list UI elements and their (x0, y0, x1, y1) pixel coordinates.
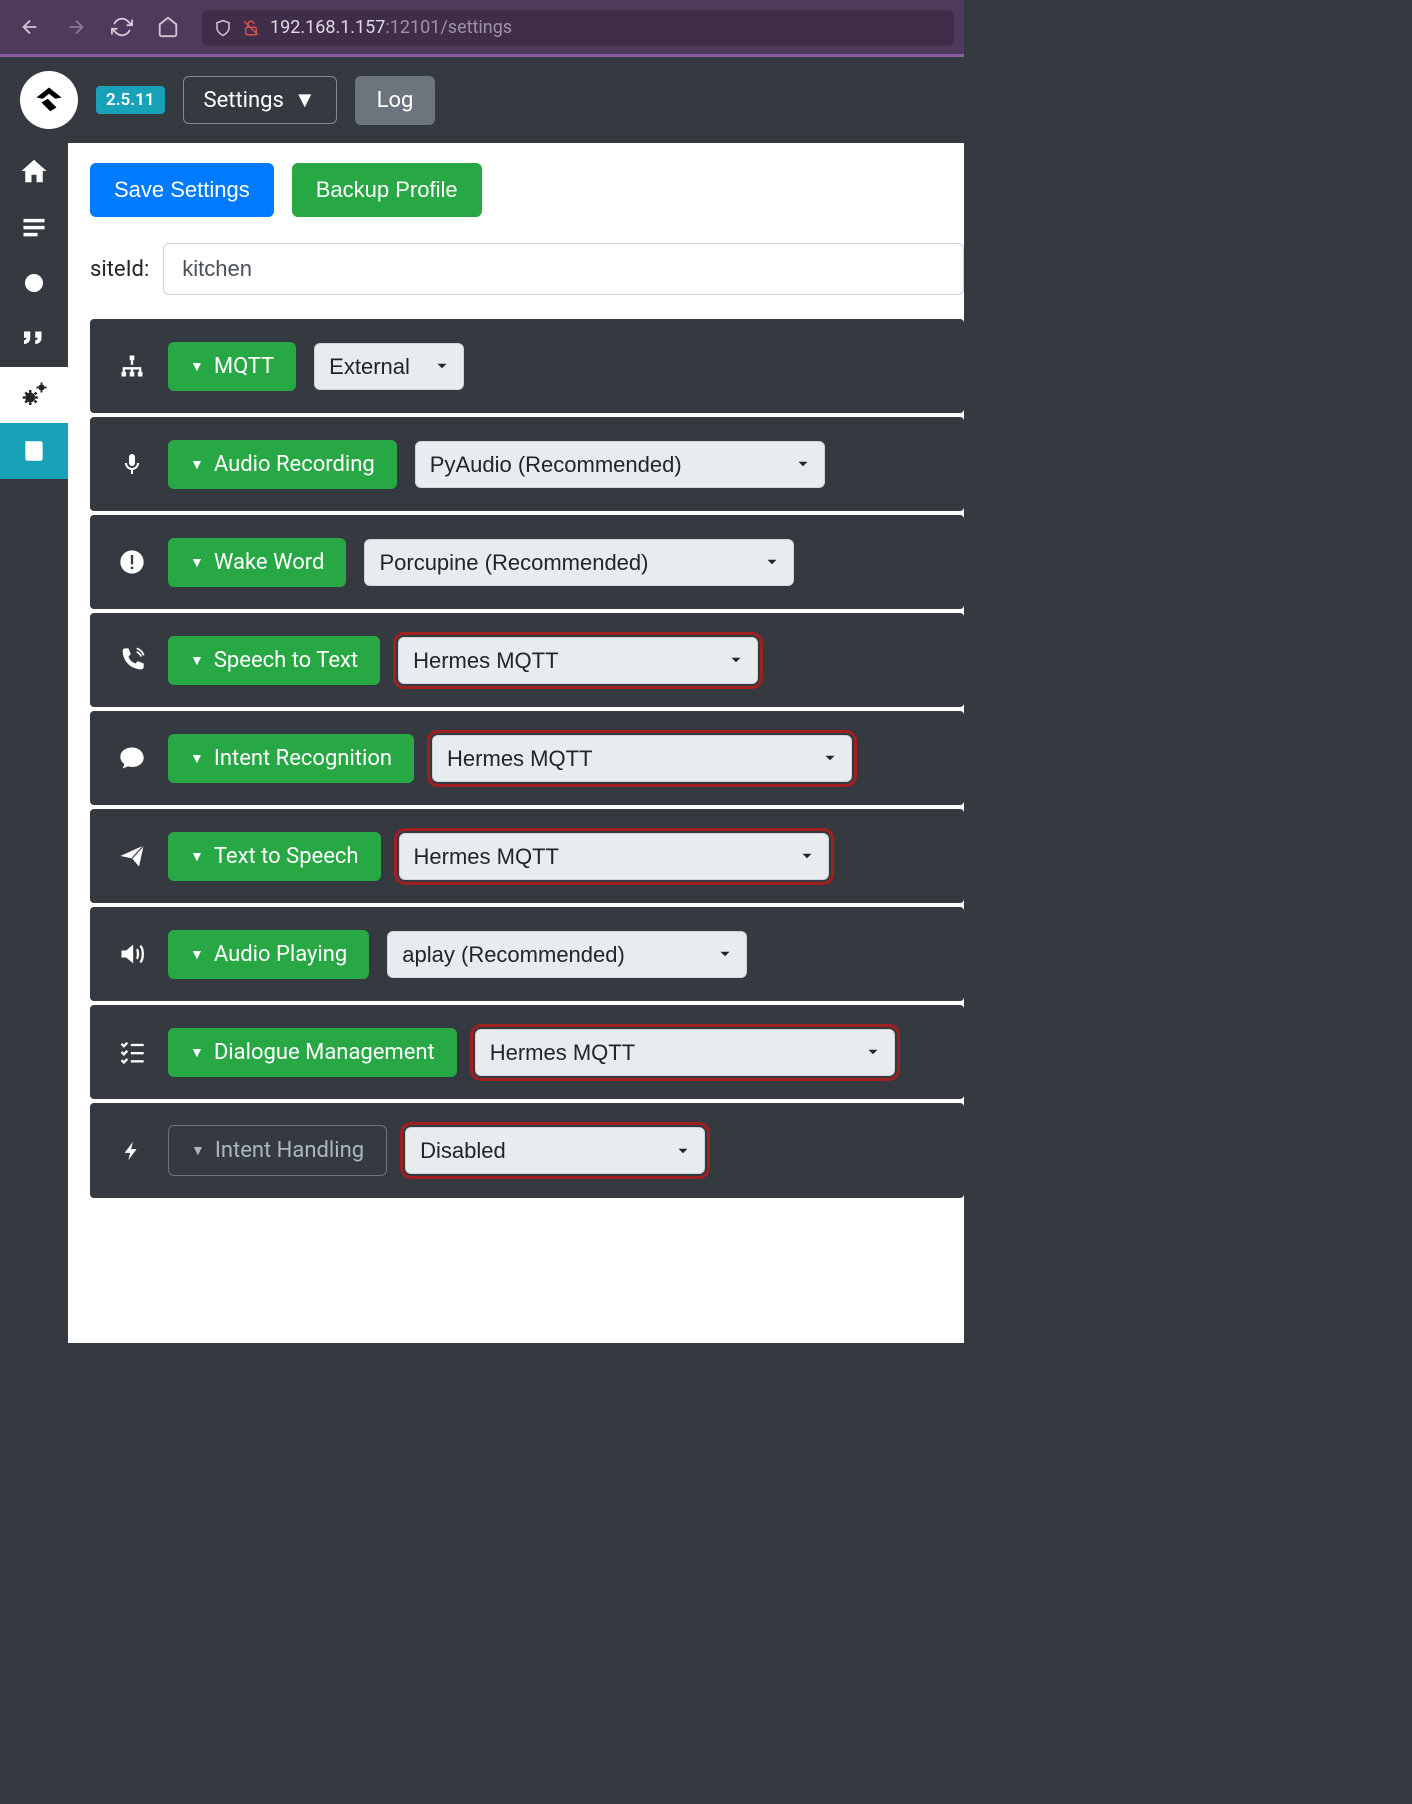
url-bar[interactable]: 192.168.1.157:12101/settings (202, 10, 954, 46)
caret-down-icon: ▼ (191, 1142, 205, 1159)
siteid-input[interactable] (163, 243, 964, 295)
quote-icon (19, 324, 49, 354)
back-button[interactable] (10, 7, 50, 47)
expand-audio_recording-button[interactable]: ▼ Audio Recording (168, 440, 397, 489)
expand-wake_word-button[interactable]: ▼ Wake Word (168, 538, 346, 587)
caret-down-icon: ▼ (190, 946, 204, 963)
audio_recording-select[interactable]: PyAudio (Recommended) (415, 441, 825, 488)
caret-down-icon: ▼ (190, 848, 204, 865)
settings-row-audio_recording: ▼ Audio Recording PyAudio (Recommended) (90, 417, 964, 511)
sidebar (0, 143, 68, 1343)
intent_recognition-select[interactable]: Hermes MQTT (432, 735, 852, 782)
settings-row-speech_to_text: ▼ Speech to Text Hermes MQTT (90, 613, 964, 707)
expand-intent_handling-button[interactable]: ▼ Intent Handling (168, 1125, 387, 1176)
expand-text_to_speech-button[interactable]: ▼ Text to Speech (168, 832, 381, 881)
expand-label: Intent Handling (215, 1138, 364, 1163)
browser-toolbar: 192.168.1.157:12101/settings (0, 0, 964, 54)
comment-icon (114, 744, 150, 772)
shield-icon (214, 19, 232, 37)
rhasspy-logo-icon (29, 80, 69, 120)
settings-dropdown[interactable]: Settings ▼ (183, 76, 337, 124)
alert-icon (114, 548, 150, 576)
settings-row-text_to_speech: ▼ Text to Speech Hermes MQTT (90, 809, 964, 903)
sidebar-item-home[interactable] (0, 143, 68, 199)
settings-dropdown-label: Settings (204, 88, 284, 113)
expand-speech_to_text-button[interactable]: ▼ Speech to Text (168, 636, 380, 685)
book-icon (21, 438, 47, 464)
dialogue_management-select[interactable]: Hermes MQTT (475, 1029, 895, 1076)
arrow-right-icon (65, 16, 87, 38)
forward-button[interactable] (56, 7, 96, 47)
version-badge: 2.5.11 (96, 86, 165, 114)
expand-label: Text to Speech (214, 844, 359, 869)
caret-down-icon: ▼ (190, 554, 204, 571)
home-icon (19, 156, 49, 186)
caret-down-icon: ▼ (190, 456, 204, 473)
caret-down-icon: ▼ (190, 652, 204, 669)
caret-down-icon: ▼ (190, 1044, 204, 1061)
content-area: Save Settings Backup Profile siteId: ▼ MQ… (68, 143, 964, 1343)
expand-mqtt-button[interactable]: ▼ MQTT (168, 342, 296, 391)
text_to_speech-select[interactable]: Hermes MQTT (399, 833, 829, 880)
settings-row-audio_playing: ▼ Audio Playing aplay (Recommended) (90, 907, 964, 1001)
tasks-icon (114, 1038, 150, 1066)
expand-intent_recognition-button[interactable]: ▼ Intent Recognition (168, 734, 414, 783)
log-button[interactable]: Log (355, 76, 436, 125)
reload-icon (111, 16, 133, 38)
reload-button[interactable] (102, 7, 142, 47)
sidebar-item-sentences[interactable] (0, 199, 68, 255)
save-settings-button[interactable]: Save Settings (90, 163, 274, 217)
speech_to_text-select[interactable]: Hermes MQTT (398, 637, 758, 684)
sidebar-item-record[interactable] (0, 255, 68, 311)
expand-label: Audio Playing (214, 942, 347, 967)
expand-label: Speech to Text (214, 648, 358, 673)
app-logo[interactable] (20, 71, 78, 129)
expand-label: MQTT (214, 354, 274, 379)
caret-down-icon: ▼ (190, 750, 204, 767)
settings-row-mqtt: ▼ MQTT External (90, 319, 964, 413)
sidebar-item-words[interactable] (0, 311, 68, 367)
sidebar-item-settings[interactable] (0, 367, 68, 423)
expand-dialogue_management-button[interactable]: ▼ Dialogue Management (168, 1028, 457, 1077)
volume-icon (114, 940, 150, 968)
backup-profile-button[interactable]: Backup Profile (292, 163, 482, 217)
settings-row-intent_recognition: ▼ Intent Recognition Hermes MQTT (90, 711, 964, 805)
mqtt-select[interactable]: External (314, 343, 464, 390)
circle-icon (22, 271, 46, 295)
settings-row-intent_handling: ▼ Intent Handling Disabled (90, 1103, 964, 1198)
siteid-label: siteId: (90, 257, 149, 282)
expand-label: Dialogue Management (214, 1040, 435, 1065)
network-icon (114, 352, 150, 380)
caret-down-icon: ▼ (190, 358, 204, 375)
mic-icon (114, 450, 150, 478)
audio_playing-select[interactable]: aplay (Recommended) (387, 931, 747, 978)
cogs-icon (19, 380, 49, 410)
expand-audio_playing-button[interactable]: ▼ Audio Playing (168, 930, 369, 979)
lock-insecure-icon (242, 19, 260, 37)
caret-down-icon: ▼ (294, 87, 316, 113)
settings-row-dialogue_management: ▼ Dialogue Management Hermes MQTT (90, 1005, 964, 1099)
lines-icon (20, 213, 48, 241)
bolt-icon (114, 1136, 150, 1166)
url-text: 192.168.1.157:12101/settings (270, 17, 512, 38)
settings-row-wake_word: ▼ Wake Word Porcupine (Recommended) (90, 515, 964, 609)
wake_word-select[interactable]: Porcupine (Recommended) (364, 539, 794, 586)
intent_handling-select[interactable]: Disabled (405, 1127, 705, 1174)
home-button[interactable] (148, 7, 188, 47)
expand-label: Audio Recording (214, 452, 375, 477)
expand-label: Intent Recognition (214, 746, 392, 771)
paperplane-icon (114, 842, 150, 870)
phone-icon (114, 646, 150, 674)
browser-home-icon (157, 16, 179, 38)
sidebar-item-docs[interactable] (0, 423, 68, 479)
app-header: 2.5.11 Settings ▼ Log (0, 57, 964, 143)
arrow-left-icon (19, 16, 41, 38)
expand-label: Wake Word (214, 550, 325, 575)
